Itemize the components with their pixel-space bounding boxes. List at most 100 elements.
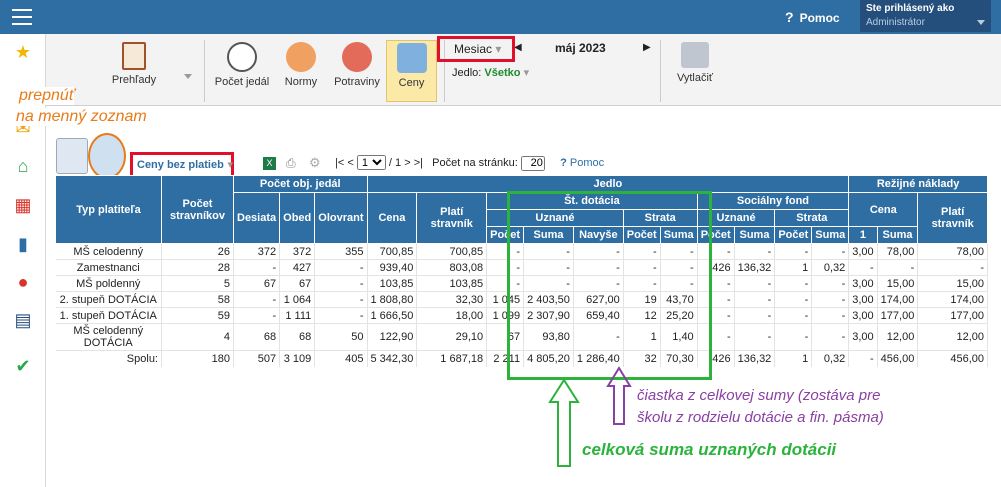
chevron-down-icon[interactable] — [184, 74, 192, 79]
normy-button[interactable]: Normy — [280, 42, 322, 88]
potraviny-button[interactable]: Potraviny — [330, 42, 384, 88]
toolbar: Prehľady Počet jedál Normy Potraviny Cen… — [46, 34, 1001, 106]
cell: - — [848, 350, 878, 367]
col-sf-u-suma[interactable]: Suma — [733, 226, 776, 244]
col-cena[interactable]: Cena — [366, 192, 418, 244]
divider — [204, 40, 205, 102]
note-prepnut-2: na menný zoznam — [16, 108, 147, 126]
cell: 0,32 — [811, 259, 850, 276]
help-icon: ? — [785, 9, 794, 25]
cell: 180 — [161, 350, 234, 367]
chevron-down-icon: ▾ — [523, 67, 530, 79]
col-group-sf-strata: Strata — [774, 209, 850, 227]
col-rezie-plati[interactable]: Platí stravník — [917, 192, 988, 244]
book-icon[interactable]: ▮ — [13, 234, 33, 254]
grid-icon[interactable]: ▦ — [13, 195, 33, 215]
cell: 12,00 — [877, 323, 919, 351]
cell: - — [811, 275, 850, 292]
cell: 456,00 — [877, 350, 919, 367]
cell: 5 342,30 — [367, 350, 418, 367]
excel-icon[interactable]: X — [263, 157, 276, 170]
print-icon[interactable]: ⎙ — [286, 156, 296, 171]
user-icon[interactable]: ● — [13, 272, 33, 292]
first-page[interactable]: |< — [335, 157, 344, 169]
cell: - — [314, 275, 368, 292]
next-month-arrow[interactable]: ▶ — [643, 42, 651, 53]
cell: 26 — [161, 243, 234, 260]
abacus-icon — [122, 42, 146, 70]
row-label: 1. stupeň DOTÁCIA — [55, 307, 162, 324]
group-avatar-icon[interactable] — [56, 138, 88, 174]
col-r-1[interactable]: 1 — [848, 226, 878, 244]
cell: 177,00 — [917, 307, 988, 324]
per-page-input[interactable] — [520, 155, 545, 171]
col-sf-s-pocet[interactable]: Počet — [774, 226, 813, 244]
cell: - — [734, 323, 776, 351]
gear-icon[interactable]: ⚙ — [309, 155, 321, 171]
prev-month-arrow[interactable]: ◀ — [514, 42, 522, 53]
cell: 103,85 — [416, 275, 488, 292]
cell: 68 — [279, 323, 316, 351]
ceny-button[interactable]: Ceny — [386, 40, 437, 102]
cell: 1 687,18 — [416, 350, 488, 367]
cell: 427 — [279, 259, 316, 276]
col-desiata[interactable]: Desiata — [232, 192, 281, 244]
cell: 3,00 — [848, 243, 878, 260]
note-ciastka-1: čiastka z celkovej sumy (zostáva pre — [637, 387, 881, 404]
cell: 177,00 — [877, 307, 919, 324]
basket-icon — [342, 42, 372, 72]
cell: 78,00 — [917, 243, 988, 260]
row-label: Spolu: — [55, 350, 162, 367]
col-plati[interactable]: Platí stravník — [416, 192, 488, 244]
col-obed[interactable]: Obed — [279, 192, 316, 244]
home-icon[interactable]: ⌂ — [13, 156, 33, 176]
cell: 50 — [314, 323, 368, 351]
cell: 15,00 — [917, 275, 988, 292]
menu-icon[interactable] — [12, 9, 32, 25]
col-typ[interactable]: Typ platiteľa — [55, 175, 162, 244]
col-group-jedlo: Jedlo — [366, 175, 850, 193]
cell: 355 — [314, 243, 368, 260]
pocet-jedal-button[interactable]: Počet jedál — [212, 42, 272, 88]
cell: - — [233, 307, 281, 324]
cell: 700,85 — [416, 243, 488, 260]
cell: - — [314, 259, 368, 276]
next-page[interactable]: > — [404, 157, 410, 169]
divider — [660, 40, 661, 102]
col-pocet[interactable]: Počet stravníkov — [161, 175, 234, 244]
prev-page[interactable]: < — [347, 157, 353, 169]
cell: 372 — [279, 243, 316, 260]
cell: - — [314, 291, 368, 308]
user-dropdown[interactable]: Ste prihlásený ako Administrátor — [860, 0, 991, 32]
cell: - — [774, 323, 813, 351]
cell: - — [811, 307, 850, 324]
cell: 58 — [161, 291, 234, 308]
person-avatar-icon[interactable] — [88, 133, 126, 179]
cell: 67 — [233, 275, 281, 292]
col-olovrant[interactable]: Olovrant — [314, 192, 368, 244]
print-button[interactable]: Vytlačiť — [670, 42, 720, 84]
note-celkova: celková suma uznaných dotácii — [582, 440, 837, 459]
calendar-icon[interactable]: ▤ — [13, 310, 33, 330]
last-page[interactable]: >| — [414, 157, 423, 169]
check-icon[interactable]: ✔ — [13, 356, 33, 376]
page-select[interactable]: 1 — [356, 155, 386, 170]
col-sf-s-suma[interactable]: Suma — [811, 226, 850, 244]
prehlady-button[interactable]: Prehľady — [104, 42, 164, 86]
star-icon[interactable]: ★ — [13, 42, 33, 62]
top-bar: ? Pomoc Ste prihlásený ako Administrátor — [0, 0, 1001, 34]
help-link[interactable]: Pomoc — [570, 157, 604, 169]
col-group-obj: Počet obj. jedál — [233, 175, 368, 193]
row-label: 2. stupeň DOTÁCIA — [55, 291, 162, 308]
cell: 3,00 — [848, 275, 878, 292]
cell: - — [734, 243, 776, 260]
cell: - — [848, 259, 878, 276]
note-ciastka: čiastka z celkovej sumy (zostáva pre ško… — [637, 385, 884, 429]
cell: 1 064 — [279, 291, 316, 308]
cell: 1 111 — [279, 307, 316, 324]
help-link[interactable]: ? Pomoc — [785, 9, 840, 25]
jedlo-filter[interactable]: Jedlo: Všetko ▾ — [452, 66, 529, 79]
highlight-period — [437, 36, 515, 62]
chevron-down-icon — [977, 20, 985, 25]
col-r-suma[interactable]: Suma — [876, 226, 919, 244]
